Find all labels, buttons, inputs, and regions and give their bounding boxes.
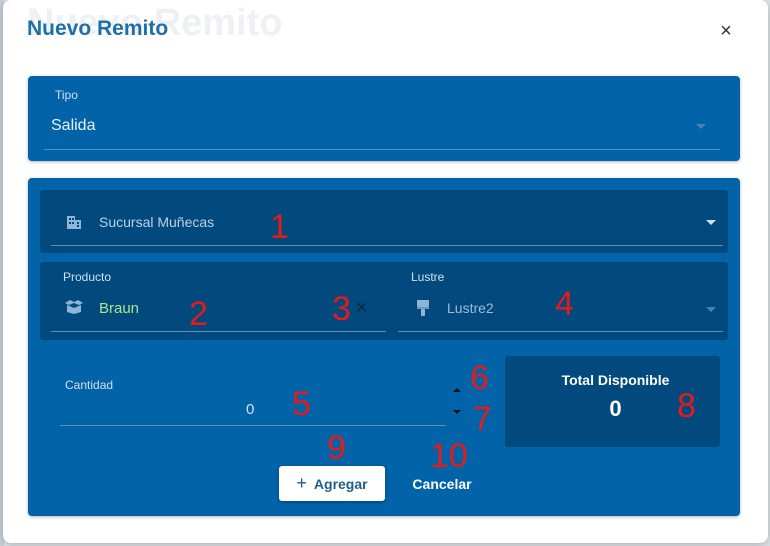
dialog-title: Nuevo Remito <box>27 17 169 40</box>
lustre-chevron-down-icon[interactable] <box>706 307 716 312</box>
brush-icon <box>417 300 429 316</box>
annotation-3: 3 <box>332 290 351 328</box>
tipo-chevron-down-icon[interactable] <box>696 124 706 129</box>
decrement-arrow-icon[interactable] <box>453 410 461 414</box>
plus-icon: + <box>296 473 307 493</box>
close-button[interactable]: × <box>715 20 737 42</box>
lustre-underline <box>398 331 723 332</box>
lustre-label: Lustre <box>411 270 445 284</box>
annotation-5: 5 <box>292 385 311 423</box>
annotation-6: 6 <box>470 359 489 397</box>
cantidad-label: Cantidad <box>65 378 114 392</box>
annotation-8: 8 <box>677 387 696 425</box>
annotation-9: 9 <box>327 429 346 467</box>
tipo-label: Tipo <box>55 88 78 102</box>
producto-label: Producto <box>63 270 112 284</box>
building-icon <box>67 216 81 229</box>
annotation-1: 1 <box>270 208 289 246</box>
producto-lustre-panel <box>40 262 728 340</box>
tipo-underline <box>44 149 720 150</box>
close-icon: × <box>720 19 732 42</box>
clear-icon[interactable]: ✕ <box>355 298 368 318</box>
lustre-select[interactable]: Lustre2 <box>447 300 494 316</box>
annotation-7: 7 <box>473 400 492 438</box>
sucursal-chevron-down-icon[interactable] <box>706 220 716 225</box>
producto-input[interactable]: Braun <box>99 300 139 317</box>
sucursal-select[interactable]: Sucursal Muñecas <box>99 214 214 230</box>
box-icon <box>65 300 83 314</box>
producto-underline <box>51 331 386 332</box>
increment-arrow-icon[interactable] <box>453 388 461 392</box>
annotation-2: 2 <box>189 295 208 333</box>
annotation-10: 10 <box>430 437 468 475</box>
agregar-label: Agregar <box>313 475 368 492</box>
cantidad-input[interactable]: 0 <box>246 401 254 418</box>
cantidad-underline <box>60 425 446 426</box>
annotation-4: 4 <box>555 285 574 323</box>
sucursal-underline <box>51 245 723 246</box>
agregar-button[interactable]: + Agregar <box>279 466 385 501</box>
tipo-select[interactable]: Salida <box>51 117 95 135</box>
total-disponible-label: Total Disponible <box>561 372 670 388</box>
